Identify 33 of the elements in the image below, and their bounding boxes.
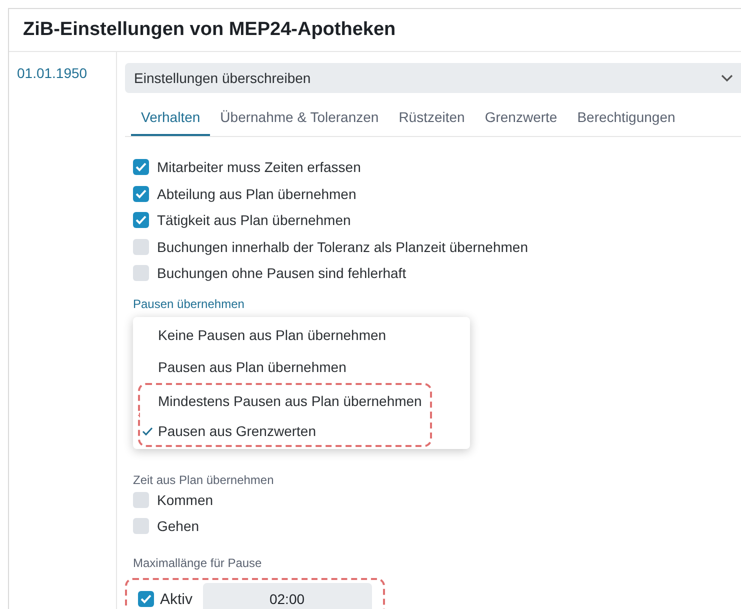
dropdown-option[interactable]: Pausen aus Plan übernehmen [133,350,470,382]
page-title: ZiB-Einstellungen von MEP24-Apotheken [23,19,396,41]
checkbox-label: Kommen [157,492,214,508]
checkbox-label: Buchungen innerhalb der Toleranz als Planzeit übernehmen [157,238,528,255]
dropdown-option[interactable]: Keine Pausen aus Plan übernehmen [133,318,470,350]
checkbox[interactable] [138,591,154,607]
tab[interactable]: Verhalten [131,99,210,136]
checkbox-label: Buchungen ohne Pausen sind fehlerhaft [157,265,406,282]
checkbox[interactable] [133,265,149,282]
checkbox-label: Abteilung aus Plan übernehmen [157,186,356,202]
tab[interactable]: Berechtigungen [567,99,686,136]
section-label: Zeit aus Plan übernehmen [133,472,275,486]
date-entry[interactable]: 01.01.1950 [17,65,88,81]
dropdown-option[interactable]: Mindestens Pausen aus Plan übernehmen [138,382,432,414]
dropdown-option[interactable]: Pausen aus Grenzwerten [138,414,432,446]
mode-select[interactable]: Einstellungen überschreiben [125,63,741,93]
checkbox[interactable] [133,518,149,534]
checkbox-label: Aktiv [160,590,193,608]
checkbox[interactable] [133,159,149,176]
checkbox-label: Gehen [157,518,200,534]
chevron-icon [721,74,733,82]
tab[interactable]: Grenzwerte [474,99,568,136]
tab[interactable]: Übernahme & Toleranzen [210,99,389,136]
section-label: Pausen übernehmen [133,296,246,310]
checkbox[interactable] [133,492,149,508]
time-field[interactable]: 02:00 [202,582,372,609]
section-label: Maximallänge für Pause [133,556,263,570]
checkbox[interactable] [133,212,149,228]
checkbox[interactable] [133,186,149,202]
checkbox-label: Mitarbeiter muss Zeiten erfassen [157,159,361,176]
tab[interactable]: Rüstzeiten [388,99,475,136]
checkbox-label: Tätigkeit aus Plan übernehmen [157,212,351,228]
checkbox[interactable] [133,238,149,255]
